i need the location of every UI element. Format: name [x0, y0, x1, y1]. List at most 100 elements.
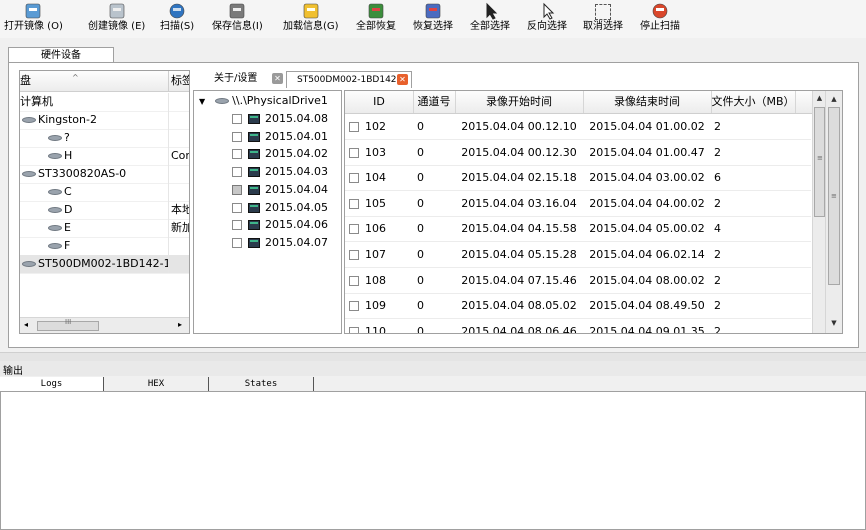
- column-header[interactable]: 录像结束时间: [583, 91, 712, 113]
- output-tab-logs[interactable]: Logs: [0, 377, 104, 391]
- table-row[interactable]: 106 0 2015.04.04 04.15.58 2015.04.04 05.00.…: [345, 216, 811, 243]
- date-item[interactable]: 2015.04.08: [232, 110, 328, 128]
- tab-about-settings[interactable]: 关于/设置 ✕: [192, 71, 284, 87]
- sort-arrow-icon: ^: [72, 73, 79, 82]
- row-checkbox[interactable]: [349, 301, 359, 312]
- date-checkbox[interactable]: [232, 167, 242, 178]
- device-tree-hscrollbar[interactable]: ◂ III ▸: [20, 317, 189, 333]
- expand-arrow-icon[interactable]: ▼: [199, 97, 205, 106]
- column-header[interactable]: 文件大小（MB）: [711, 91, 796, 113]
- date-item[interactable]: 2015.04.04: [232, 181, 328, 199]
- recover-selected-button[interactable]: 恢复选择: [413, 2, 453, 36]
- panel-scroll-down-icon[interactable]: ▼: [826, 319, 842, 327]
- row-checkbox[interactable]: [349, 147, 359, 158]
- id-text: 102: [365, 120, 386, 133]
- deselect-button[interactable]: 取消选择: [583, 2, 623, 36]
- table-row[interactable]: 102 0 2015.04.04 00.12.10 2015.04.04 01.00.…: [345, 114, 811, 140]
- device-tree-item[interactable]: ?: [20, 129, 189, 148]
- table-row[interactable]: 108 0 2015.04.04 07.15.46 2015.04.04 08.00.…: [345, 268, 811, 294]
- table-row[interactable]: 110 0 2015.04.04 08.06.46 2015.04.04 09.01.…: [345, 319, 811, 334]
- table-row[interactable]: 104 0 2015.04.04 02.15.18 2015.04.04 03.00.…: [345, 165, 811, 192]
- row-checkbox[interactable]: [349, 326, 359, 333]
- select-all-button[interactable]: 全部选择: [470, 2, 510, 36]
- load-info-icon: [302, 2, 320, 20]
- create-image-button[interactable]: 创建镜像 (E): [88, 2, 145, 36]
- close-tab-icon[interactable]: ✕: [397, 74, 408, 85]
- device-tree-item[interactable]: 计算机: [20, 93, 189, 112]
- hscroll-thumb[interactable]: III: [37, 318, 99, 331]
- table-row[interactable]: 103 0 2015.04.04 00.12.30 2015.04.04 01.00.…: [345, 140, 811, 166]
- date-checkbox[interactable]: [232, 184, 242, 195]
- id-text: 104: [365, 171, 386, 185]
- date-checkbox[interactable]: [232, 237, 242, 248]
- end-time-cell: 2015.04.04 01.00.47: [589, 145, 705, 159]
- device-tree-item[interactable]: F: [20, 237, 189, 256]
- device-tree-item[interactable]: H Cor: [20, 147, 189, 166]
- date-checkbox[interactable]: [232, 220, 242, 231]
- table-row[interactable]: 105 0 2015.04.04 03.16.04 2015.04.04 04.00.…: [345, 191, 811, 217]
- row-checkbox[interactable]: [349, 250, 359, 260]
- id-cell: 108: [349, 268, 413, 293]
- date-item[interactable]: 2015.04.07: [232, 234, 328, 252]
- device-tree-item[interactable]: C: [20, 183, 189, 202]
- tab-drive[interactable]: ST500DM002-1BD142-1 ✕: [286, 71, 412, 88]
- date-item[interactable]: 2015.04.06: [232, 216, 328, 234]
- start-time-cell: 2015.04.04 00.12.10: [461, 120, 577, 133]
- close-tab-icon[interactable]: ✕: [272, 73, 283, 84]
- row-checkbox[interactable]: [349, 198, 359, 209]
- date-checkbox[interactable]: [232, 114, 242, 124]
- row-checkbox[interactable]: [349, 173, 359, 184]
- table-row[interactable]: 109 0 2015.04.04 08.05.02 2015.04.04 08.49.…: [345, 293, 811, 320]
- output-tab-states[interactable]: States: [209, 377, 314, 391]
- open-image-button[interactable]: 打开镜像 (O): [4, 2, 63, 36]
- id-text: 107: [365, 248, 386, 261]
- date-checkbox[interactable]: [232, 131, 242, 142]
- panel-vscrollbar[interactable]: ▲ ≡ ▼: [825, 91, 842, 333]
- end-time-cell: 2015.04.04 08.00.02: [589, 273, 705, 287]
- date-item[interactable]: 2015.04.01: [232, 128, 328, 146]
- calendar-icon: [248, 131, 260, 142]
- channel-cell: 0: [417, 171, 424, 185]
- column-header[interactable]: 通道号: [413, 91, 456, 113]
- device-tree-item[interactable]: D 本地: [20, 201, 189, 220]
- scan-button[interactable]: 扫描(S): [160, 2, 194, 36]
- column-header-disk[interactable]: 盘: [20, 71, 169, 91]
- column-header-tag[interactable]: 标签: [171, 71, 189, 91]
- invert-selection-button[interactable]: 反向选择: [527, 2, 567, 36]
- device-tree-item[interactable]: Kingston-2: [20, 111, 189, 130]
- date-checkbox[interactable]: [232, 202, 242, 213]
- vscroll-thumb[interactable]: ≡: [814, 107, 825, 217]
- calendar-icon: [248, 202, 260, 213]
- stop-scan-button[interactable]: 停止扫描: [640, 2, 680, 36]
- output-tab-hex[interactable]: HEX: [104, 377, 209, 391]
- start-time-cell: 2015.04.04 08.06.46: [461, 324, 577, 334]
- scroll-right-icon[interactable]: ▸: [178, 320, 182, 329]
- device-tree-item[interactable]: ST500DM002-1BD142-1: [20, 255, 189, 274]
- date-checkbox[interactable]: [232, 149, 242, 160]
- row-checkbox[interactable]: [349, 122, 359, 132]
- id-cell: 110: [349, 319, 413, 333]
- date-item[interactable]: 2015.04.02: [232, 145, 328, 163]
- records-vscrollbar[interactable]: ▲ ≡: [812, 91, 826, 333]
- panel-vscroll-thumb[interactable]: ≡: [828, 107, 840, 285]
- device-tree-item[interactable]: ST3300820AS-0: [20, 165, 189, 184]
- load-info-button[interactable]: 加载信息(G): [283, 2, 339, 36]
- date-item[interactable]: 2015.04.05: [232, 199, 328, 217]
- splitter[interactable]: [0, 352, 866, 361]
- deselect-icon: [595, 4, 611, 20]
- column-header[interactable]: 录像开始时间: [455, 91, 584, 113]
- date-tree-root[interactable]: ▼ \\.\PhysicalDrive1: [199, 92, 328, 110]
- save-info-button[interactable]: 保存信息(I): [212, 2, 263, 36]
- date-item[interactable]: 2015.04.03: [232, 163, 328, 181]
- recover-all-button[interactable]: 全部恢复: [356, 2, 396, 36]
- scroll-left-icon[interactable]: ◂: [24, 320, 28, 329]
- row-checkbox[interactable]: [349, 275, 359, 286]
- output-content[interactable]: [0, 391, 866, 530]
- device-tree-item[interactable]: E 新加: [20, 219, 189, 238]
- device-label: H: [64, 149, 73, 162]
- row-checkbox[interactable]: [349, 224, 359, 235]
- id-cell: 109: [349, 293, 413, 318]
- panel-scroll-up-icon[interactable]: ▲: [826, 95, 842, 103]
- column-header[interactable]: ID: [345, 91, 414, 113]
- table-row[interactable]: 107 0 2015.04.04 05.15.28 2015.04.04 06.02.…: [345, 242, 811, 268]
